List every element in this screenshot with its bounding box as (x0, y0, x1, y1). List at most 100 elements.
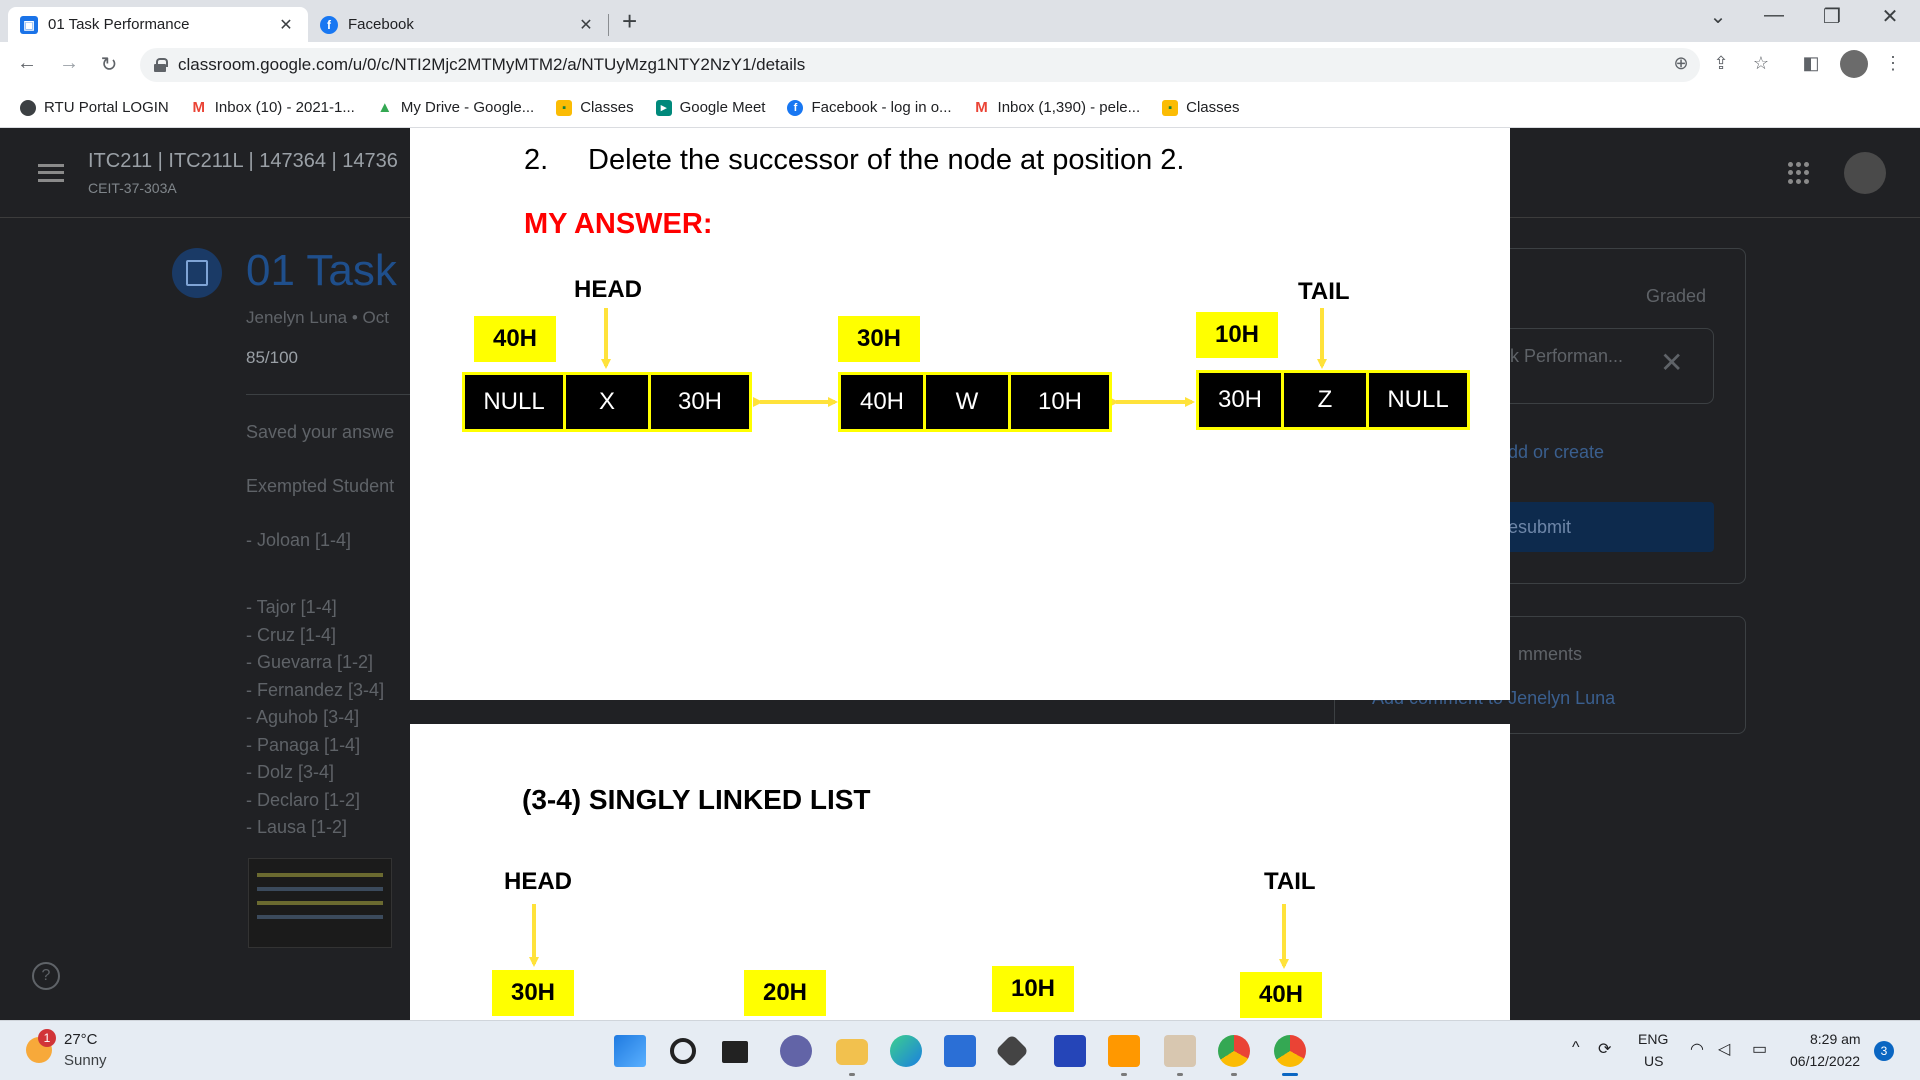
main-menu-icon[interactable] (38, 164, 64, 182)
student-item: - Panaga [1-4] (246, 734, 361, 755)
unity-icon[interactable] (995, 1034, 1029, 1068)
profile-avatar[interactable] (1840, 50, 1868, 78)
forward-icon[interactable]: → (56, 52, 82, 75)
edge-icon[interactable] (890, 1035, 922, 1067)
graded-status: Graded (1646, 286, 1707, 306)
windows-taskbar: 1 27°C Sunny ^ ⟳ ENG US ◠ ◁ ▭ 8:29 am 06… (0, 1020, 1920, 1080)
address-label: 30H (838, 316, 920, 362)
share-icon[interactable]: ⇪ (1708, 53, 1734, 74)
minimize-button[interactable]: — (1754, 4, 1794, 27)
next-pointer-cell: NULL (1369, 373, 1467, 427)
divider (246, 394, 410, 395)
bookmarks-bar: RTU Portal LOGIN M Inbox (10) - 2021-1..… (0, 88, 1920, 128)
bookmark-inbox-2[interactable]: M Inbox (1,390) - pele... (974, 99, 1141, 116)
bookmark-label: Classes (1186, 99, 1240, 116)
new-tab-button[interactable]: + (622, 6, 637, 37)
attached-work-title: k Performan... (1510, 346, 1624, 366)
student-list: - Tajor [1-4] - Cruz [1-4] - Guevarra [1… (246, 594, 384, 842)
prev-pointer-cell: NULL (465, 375, 563, 429)
list-node: 40H W 10H (838, 372, 1112, 432)
code-editor-icon[interactable] (1054, 1035, 1086, 1067)
close-tab-icon[interactable]: ✕ (576, 15, 596, 35)
weather-badge: 1 (38, 1029, 56, 1047)
bookmark-classes-2[interactable]: ▪ Classes (1162, 99, 1240, 116)
help-icon[interactable]: ? (32, 962, 60, 990)
classroom-icon: ▪ (556, 99, 573, 116)
bookmark-classes-1[interactable]: ▪ Classes (556, 99, 634, 116)
volume-icon[interactable]: ◁ (1718, 1039, 1730, 1059)
tray-overflow-icon[interactable]: ^ (1572, 1039, 1580, 1057)
store-icon[interactable] (944, 1035, 976, 1067)
remove-attachment-icon[interactable]: ✕ (1660, 346, 1683, 379)
bookmark-label: Google Meet (679, 99, 766, 116)
chrome-profile-icon[interactable] (1218, 1035, 1250, 1067)
address-bar[interactable]: classroom.google.com/u/0/c/NTI2Mjc2MTMyM… (140, 48, 1700, 82)
menu-dots-icon[interactable]: ⋮ (1880, 53, 1906, 74)
address-label: 40H (474, 316, 556, 362)
bookmark-label: My Drive - Google... (400, 99, 535, 116)
list-node: 30H Z NULL (1196, 370, 1470, 430)
data-cell: Z (1284, 373, 1366, 427)
close-tab-icon[interactable]: ✕ (276, 15, 296, 35)
bookmark-facebook[interactable]: f Facebook - log in o... (787, 99, 952, 116)
tab-strip: ▣ 01 Task Performance ✕ f Facebook ✕ + ⌄… (0, 0, 1920, 42)
student-item: - Lausa [1-2] (246, 817, 348, 837)
reload-icon[interactable]: ↻ (96, 52, 122, 77)
resubmit-button[interactable]: esubmit (1500, 502, 1714, 552)
bookmark-rtu-portal[interactable]: RTU Portal LOGIN (20, 99, 169, 116)
teams-icon[interactable] (780, 1035, 812, 1067)
restore-button[interactable]: ❐ (1812, 4, 1852, 29)
task-view-icon[interactable] (722, 1041, 748, 1063)
side-panel-icon[interactable]: ◧ (1798, 53, 1824, 74)
bookmark-my-drive[interactable]: ▲ My Drive - Google... (377, 99, 534, 116)
zoom-icon[interactable]: ⊕ (1668, 53, 1694, 74)
data-cell: W (926, 375, 1008, 429)
sync-icon[interactable]: ⟳ (1598, 1039, 1611, 1059)
search-icon[interactable] (670, 1038, 696, 1064)
document-page-2: (3-4) SINGLY LINKED LIST HEAD TAIL 30H 2… (410, 724, 1510, 1020)
address-label: 10H (1196, 312, 1278, 358)
bookmark-label: Inbox (10) - 2021-1... (214, 99, 355, 116)
notification-badge[interactable]: 3 (1874, 1041, 1894, 1061)
battery-icon[interactable]: ▭ (1752, 1039, 1767, 1059)
address-label: 40H (1240, 972, 1322, 1018)
close-window-button[interactable]: ✕ (1870, 4, 1910, 29)
keyboard-layout[interactable]: US (1644, 1053, 1663, 1069)
tab-search-icon[interactable]: ⌄ (1698, 4, 1738, 29)
weather-temperature[interactable]: 27°C (64, 1031, 98, 1048)
student-item: - Cruz [1-4] (246, 624, 337, 645)
bookmark-google-meet[interactable]: ▸ Google Meet (655, 99, 766, 116)
bookmark-star-icon[interactable]: ☆ (1748, 53, 1774, 74)
file-explorer-icon[interactable] (836, 1039, 868, 1065)
clock-date[interactable]: 06/12/2022 (1790, 1053, 1860, 1069)
wifi-icon[interactable]: ◠ (1690, 1039, 1704, 1059)
running-indicator (849, 1073, 855, 1076)
language-indicator[interactable]: ENG (1638, 1031, 1668, 1047)
start-icon[interactable] (614, 1035, 646, 1067)
attachment-thumbnail[interactable] (248, 858, 392, 948)
url-text: classroom.google.com/u/0/c/NTI2Mjc2MTMyM… (178, 55, 806, 74)
weather-description[interactable]: Sunny (64, 1052, 107, 1069)
saved-answer-text: Saved your answe (246, 422, 395, 442)
bookmark-label: Inbox (1,390) - pele... (997, 99, 1141, 116)
pointer-arrows (529, 904, 1289, 969)
google-apps-icon[interactable] (1788, 162, 1810, 184)
bookmark-inbox-1[interactable]: M Inbox (10) - 2021-1... (191, 99, 355, 116)
drive-icon: ▲ (377, 99, 393, 116)
data-cell: X (566, 375, 648, 429)
student-item: - Aguhob [3-4] (246, 707, 360, 727)
account-avatar[interactable] (1844, 152, 1886, 194)
address-label: 30H (492, 970, 574, 1016)
sublime-icon[interactable] (1108, 1035, 1140, 1067)
game-icon[interactable] (1164, 1035, 1196, 1067)
chrome-icon[interactable] (1274, 1035, 1306, 1067)
assignment-icon (172, 248, 222, 298)
clock-time[interactable]: 8:29 am (1810, 1031, 1861, 1047)
course-title[interactable]: ITC211 | ITC211L | 147364 | 14736 (88, 150, 408, 173)
tab-facebook[interactable]: f Facebook ✕ (308, 7, 608, 42)
facebook-icon: f (787, 99, 804, 116)
back-icon[interactable]: ← (14, 52, 40, 75)
address-label: 20H (744, 970, 826, 1016)
add-or-create-button[interactable]: dd or create (1508, 442, 1604, 463)
tab-task-performance[interactable]: ▣ 01 Task Performance ✕ (8, 7, 308, 42)
